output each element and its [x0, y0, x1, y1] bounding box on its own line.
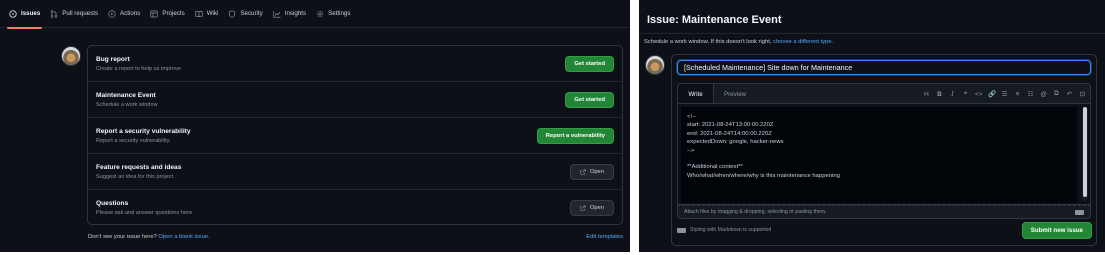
- tab-pull-requests-label: Pull requests: [62, 10, 99, 17]
- page-title: Issue: Maintenance Event: [647, 14, 782, 26]
- table-icon: [150, 10, 158, 17]
- open-blank-issue-link[interactable]: Open a blank issue.: [158, 234, 209, 240]
- avatar[interactable]: [61, 46, 81, 66]
- quote-icon[interactable]: ❝: [962, 90, 969, 98]
- issue-body-textarea[interactable]: <!-- start: 2021-08-24T13:00:00.220Z end…: [681, 107, 1077, 203]
- template-description: Report a security vulnerability.: [96, 137, 171, 144]
- tab-insights[interactable]: Insights: [273, 0, 306, 28]
- template-row-questions: Questions Please ask and answer question…: [88, 190, 622, 226]
- open-button-label: Open: [589, 168, 604, 175]
- schedule-text: Schedule a work window. If this doesn't …: [644, 39, 772, 45]
- template-title: Report a security vulnerability: [96, 127, 191, 135]
- tab-preview[interactable]: Preview: [718, 84, 752, 104]
- tab-insights-label: Insights: [284, 10, 307, 17]
- title-divider: [639, 33, 1105, 34]
- template-row-security-vulnerability: Report a security vulnerability Report a…: [88, 118, 622, 154]
- template-row-feature-requests: Feature requests and ideas Suggest an id…: [88, 154, 622, 190]
- markdown-icon: [677, 227, 686, 233]
- template-description: Suggest an idea for this project: [96, 173, 174, 180]
- task-list-icon[interactable]: ☷: [1027, 90, 1034, 98]
- tab-settings[interactable]: Settings: [316, 0, 350, 28]
- template-list: Bug report Create a report to help us im…: [87, 45, 623, 225]
- template-description-line: Schedule a work window. If this doesn't …: [644, 39, 833, 45]
- code-icon[interactable]: <>: [975, 91, 983, 98]
- template-row-bug-report: Bug report Create a report to help us im…: [88, 46, 622, 82]
- avatar[interactable]: [645, 55, 665, 75]
- get-started-button[interactable]: Get started: [565, 55, 614, 72]
- graph-icon: [273, 10, 281, 18]
- tab-wiki-label: Wiki: [206, 10, 219, 17]
- tab-projects-label: Projects: [162, 10, 185, 17]
- template-title: Questions: [96, 200, 129, 207]
- bold-icon[interactable]: B: [936, 91, 943, 98]
- italic-icon[interactable]: I: [949, 90, 956, 98]
- template-description: Schedule a work window: [96, 101, 158, 108]
- link-external-icon: [580, 205, 586, 211]
- template-info: Maintenance Event Schedule a work window: [96, 92, 158, 108]
- open-button[interactable]: Open: [569, 200, 614, 216]
- mention-icon[interactable]: @: [1040, 91, 1047, 98]
- gear-icon: [317, 10, 324, 17]
- link-external-icon: [580, 168, 586, 175]
- new-issue-panel: Issue: Maintenance Event Schedule a work…: [639, 0, 1105, 252]
- template-row-maintenance-event: Maintenance Event Schedule a work window…: [88, 82, 622, 118]
- link-icon[interactable]: 🔗: [988, 90, 996, 98]
- blank-issue-question: Don't see your issue here?: [88, 234, 157, 240]
- unordered-list-icon[interactable]: ☰: [1001, 90, 1008, 98]
- scrollbar-thumb[interactable]: [1083, 107, 1087, 197]
- issue-title-input[interactable]: [677, 60, 1091, 75]
- markdown-icon: [1075, 209, 1084, 215]
- attach-files-text: Attach files by dragging & dropping, sel…: [684, 209, 827, 215]
- markdown-support-note: Styling with Markdown is supported: [677, 227, 771, 233]
- edit-templates-link[interactable]: Edit templates: [586, 234, 623, 240]
- editor-scrollbar[interactable]: [1082, 107, 1088, 201]
- tab-wiki[interactable]: Wiki: [195, 0, 219, 28]
- book-icon: [195, 10, 203, 17]
- get-started-button[interactable]: Get started: [565, 91, 614, 108]
- template-info: Questions Please ask and answer question…: [96, 200, 192, 216]
- tab-actions[interactable]: Actions: [108, 0, 140, 28]
- issue-template-chooser-panel: Issues Pull requests Actions Projects Wi…: [0, 0, 630, 252]
- tab-issues[interactable]: Issues: [6, 0, 43, 29]
- tab-projects[interactable]: Projects: [150, 0, 185, 28]
- git-pull-request-icon: [51, 9, 58, 18]
- template-info: Feature requests and ideas Suggest an id…: [96, 164, 181, 180]
- reply-icon[interactable]: ↶: [1066, 90, 1073, 98]
- submit-new-issue-button[interactable]: Submit new issue: [1021, 222, 1092, 239]
- tab-security[interactable]: Security: [228, 0, 263, 28]
- tab-write[interactable]: Write: [678, 84, 714, 105]
- template-title: Bug report: [96, 55, 130, 63]
- shield-icon: [229, 9, 236, 18]
- template-info: Bug report Create a report to help us im…: [96, 56, 181, 72]
- fullscreen-icon[interactable]: ⊡: [1079, 90, 1086, 98]
- tab-security-label: Security: [240, 10, 263, 17]
- editor-header: Write Preview H B I ❝ <> 🔗 ☰ ≡ ☷ @ ⧉ ↶ ⊡: [677, 83, 1091, 105]
- template-info: Report a security vulnerability Report a…: [96, 128, 191, 144]
- issue-body-editor: <!-- start: 2021-08-24T13:00:00.220Z end…: [677, 103, 1091, 205]
- attach-files-bar[interactable]: Attach files by dragging & dropping, sel…: [677, 205, 1091, 219]
- open-button[interactable]: Open: [569, 163, 614, 180]
- play-icon: [108, 9, 116, 18]
- tab-actions-label: Actions: [120, 10, 141, 17]
- template-title: Feature requests and ideas: [96, 163, 182, 171]
- markdown-toolbar: H B I ❝ <> 🔗 ☰ ≡ ☷ @ ⧉ ↶ ⊡: [923, 84, 1086, 104]
- heading-icon[interactable]: H: [923, 91, 930, 98]
- report-vulnerability-button[interactable]: Report a vulnerability: [536, 127, 614, 144]
- tab-settings-label: Settings: [328, 10, 351, 17]
- styling-note-text[interactable]: Styling with Markdown is supported: [690, 227, 771, 233]
- template-title: Maintenance Event: [96, 91, 156, 99]
- tab-pull-requests[interactable]: Pull requests: [50, 0, 98, 28]
- choose-different-type-link[interactable]: choose a different type.: [773, 39, 833, 45]
- ordered-list-icon[interactable]: ≡: [1014, 91, 1021, 98]
- template-description: Create a report to help us improve: [96, 65, 181, 72]
- tab-issues-label: Issues: [21, 10, 41, 17]
- repo-nav-tabs: Issues Pull requests Actions Projects Wi…: [0, 0, 630, 29]
- blank-issue-prompt: Don't see your issue here? Open a blank …: [88, 234, 210, 240]
- template-description: Please ask and answer questions here: [96, 210, 193, 216]
- open-button-label: Open: [589, 205, 604, 211]
- reference-icon[interactable]: ⧉: [1053, 90, 1060, 98]
- issue-opened-icon: [9, 9, 17, 18]
